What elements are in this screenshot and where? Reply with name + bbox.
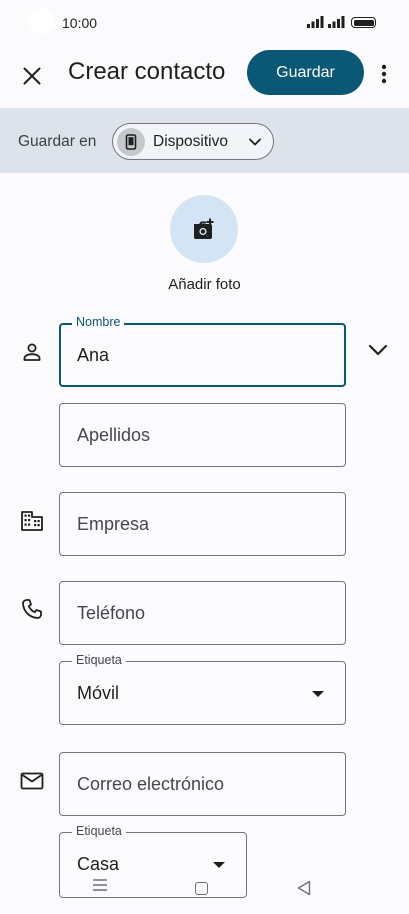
- company-field[interactable]: Empresa: [59, 492, 346, 556]
- email-icon: [19, 768, 45, 794]
- phone-icon: [117, 128, 145, 156]
- camera-cutout: [28, 8, 54, 34]
- person-icon: [19, 339, 45, 365]
- signal-icon: [307, 16, 324, 28]
- add-photo-button[interactable]: [170, 195, 238, 263]
- save-button[interactable]: Guardar: [247, 50, 364, 95]
- status-time: 10:00: [62, 15, 98, 31]
- recents-icon[interactable]: [92, 878, 108, 892]
- first-name-value: Ana: [77, 345, 110, 365]
- first-name-field[interactable]: Nombre Ana: [59, 315, 346, 387]
- last-name-placeholder: Apellidos: [77, 425, 151, 445]
- dropdown-arrow-icon: [312, 691, 324, 697]
- business-icon: [19, 508, 45, 534]
- save-in-banner: Guardar en Dispositivo: [0, 108, 409, 173]
- close-icon: [23, 67, 41, 85]
- email-label-caption: Etiqueta: [72, 824, 126, 838]
- more-vert-icon: [381, 64, 387, 84]
- signal-icon: [328, 16, 345, 28]
- dropdown-arrow-icon: [213, 862, 225, 868]
- save-in-label: Guardar en: [18, 133, 97, 150]
- expand-name-button[interactable]: [364, 336, 392, 364]
- page-title: Crear contacto: [68, 58, 226, 85]
- add-photo-label: Añadir foto: [168, 276, 241, 293]
- company-placeholder: Empresa: [77, 514, 150, 534]
- add-photo-icon: [194, 218, 214, 239]
- email-placeholder: Correo electrónico: [77, 774, 225, 794]
- home-icon[interactable]: [195, 882, 208, 895]
- app-bar: Crear contacto Guardar: [0, 46, 409, 108]
- phone-label-select[interactable]: Etiqueta Móvil: [59, 653, 346, 725]
- chevron-down-icon: [249, 138, 261, 146]
- account-selector[interactable]: Dispositivo: [112, 123, 274, 160]
- chevron-down-icon: [368, 344, 388, 356]
- first-name-label: Nombre: [72, 315, 125, 329]
- phone-field[interactable]: Teléfono: [59, 581, 346, 645]
- account-name: Dispositivo: [153, 133, 228, 150]
- more-options-button[interactable]: [374, 60, 394, 88]
- phone-call-icon: [19, 596, 45, 622]
- system-nav-bar: [0, 872, 409, 904]
- close-button[interactable]: [16, 60, 48, 92]
- email-field[interactable]: Correo electrónico: [59, 752, 346, 816]
- status-bar: 10:00: [0, 0, 409, 46]
- phone-placeholder: Teléfono: [77, 603, 146, 623]
- phone-label-value: Móvil: [77, 683, 120, 703]
- phone-label-caption: Etiqueta: [72, 653, 126, 667]
- last-name-field[interactable]: Apellidos: [59, 403, 346, 467]
- back-icon[interactable]: [297, 880, 311, 896]
- battery-icon: [351, 17, 376, 28]
